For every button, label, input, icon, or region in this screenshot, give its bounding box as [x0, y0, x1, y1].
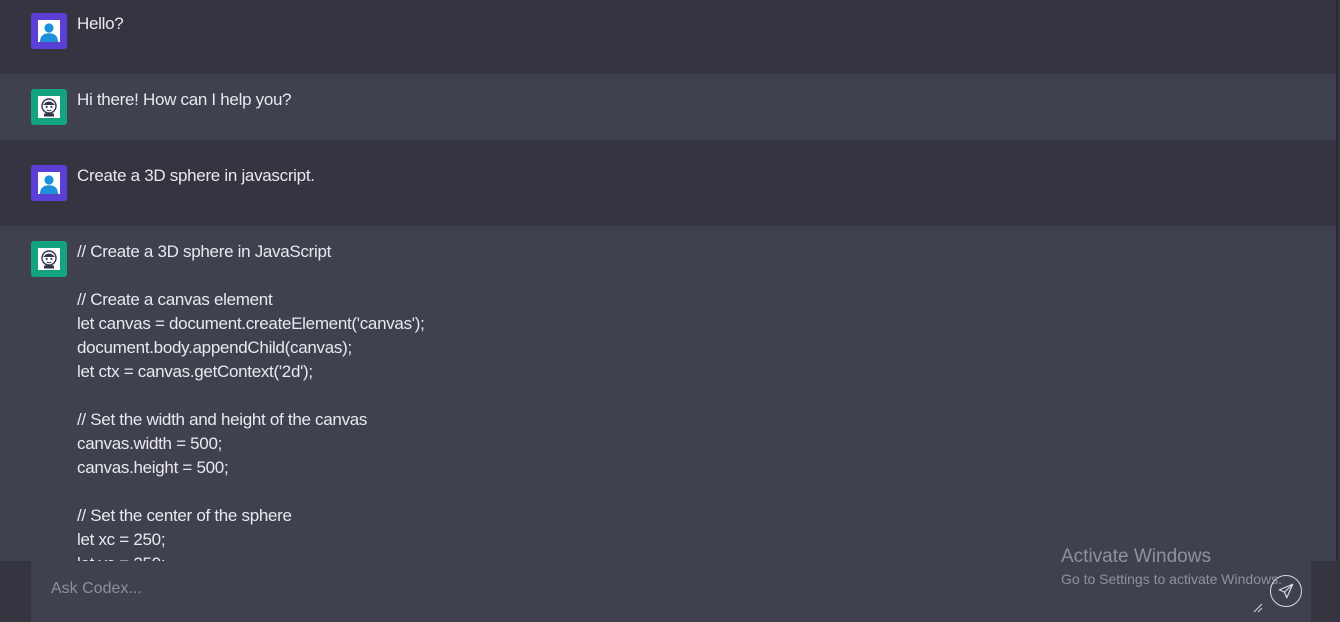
bot-avatar-icon: [31, 89, 67, 125]
bot-avatar-icon: [31, 241, 67, 277]
codex-chat-app: Hello? Hi there! How can I help you? Cre…: [0, 0, 1340, 622]
code-response-text: // Create a 3D sphere in JavaScript // C…: [77, 242, 425, 561]
message-assistant: // Create a 3D sphere in JavaScript // C…: [0, 226, 1338, 561]
message-user: Hello?: [0, 0, 1338, 74]
message-assistant: Hi there! How can I help you?: [0, 74, 1338, 140]
resize-grip-icon[interactable]: [1253, 601, 1263, 613]
message-user: Create a 3D sphere in javascript.: [0, 140, 1338, 226]
chat-thread[interactable]: Hello? Hi there! How can I help you? Cre…: [0, 0, 1338, 561]
message-text: Hi there! How can I help you?: [77, 90, 292, 109]
windows-activation-watermark: Activate Windows Go to Settings to activ…: [1061, 545, 1282, 589]
chat-scrollbar[interactable]: [1336, 0, 1338, 561]
user-avatar-icon: [31, 13, 67, 49]
user-avatar-icon: [31, 165, 67, 201]
watermark-subtitle: Go to Settings to activate Windows.: [1061, 571, 1282, 587]
message-text: Create a 3D sphere in javascript.: [77, 166, 315, 185]
message-text: Hello?: [77, 14, 124, 33]
watermark-title: Activate Windows: [1061, 546, 1211, 567]
